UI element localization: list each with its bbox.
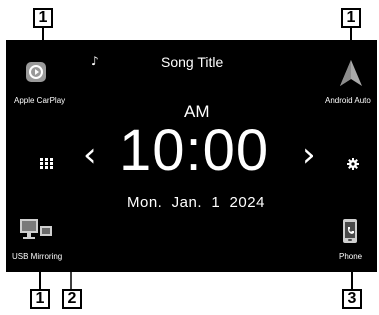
apple-carplay-label: Apple CarPlay	[14, 96, 66, 105]
phone-icon	[343, 219, 357, 243]
menu-grid-button[interactable]	[40, 157, 54, 169]
manual-illustration: 1 1 1 2 3 Apple CarPlay ♪ Song Title And…	[0, 0, 379, 315]
android-auto-icon	[340, 60, 362, 86]
next-chevron-icon[interactable]: ›	[302, 138, 316, 172]
clock-time: 10:00	[119, 118, 270, 183]
android-auto-label: Android Auto	[325, 96, 371, 105]
android-auto-button[interactable]	[340, 60, 362, 86]
usb-mirroring-icon	[20, 219, 52, 239]
previous-chevron-icon[interactable]: ‹	[83, 138, 97, 172]
head-unit-screen: Apple CarPlay ♪ Song Title Android Auto …	[6, 40, 377, 272]
music-note-icon: ♪	[91, 54, 99, 68]
grid-menu-icon	[40, 158, 53, 169]
clock-date: Mon. Jan. 1 2024	[127, 194, 265, 211]
phone-label: Phone	[339, 252, 363, 261]
phone-button[interactable]	[343, 219, 357, 243]
carplay-icon	[26, 62, 46, 82]
usb-mirroring-label: USB Mirroring	[12, 252, 63, 261]
settings-button[interactable]	[347, 157, 359, 170]
gear-icon	[347, 158, 359, 170]
song-title[interactable]: Song Title	[161, 54, 223, 70]
usb-mirroring-button[interactable]	[20, 218, 54, 240]
apple-carplay-button[interactable]	[26, 62, 46, 82]
